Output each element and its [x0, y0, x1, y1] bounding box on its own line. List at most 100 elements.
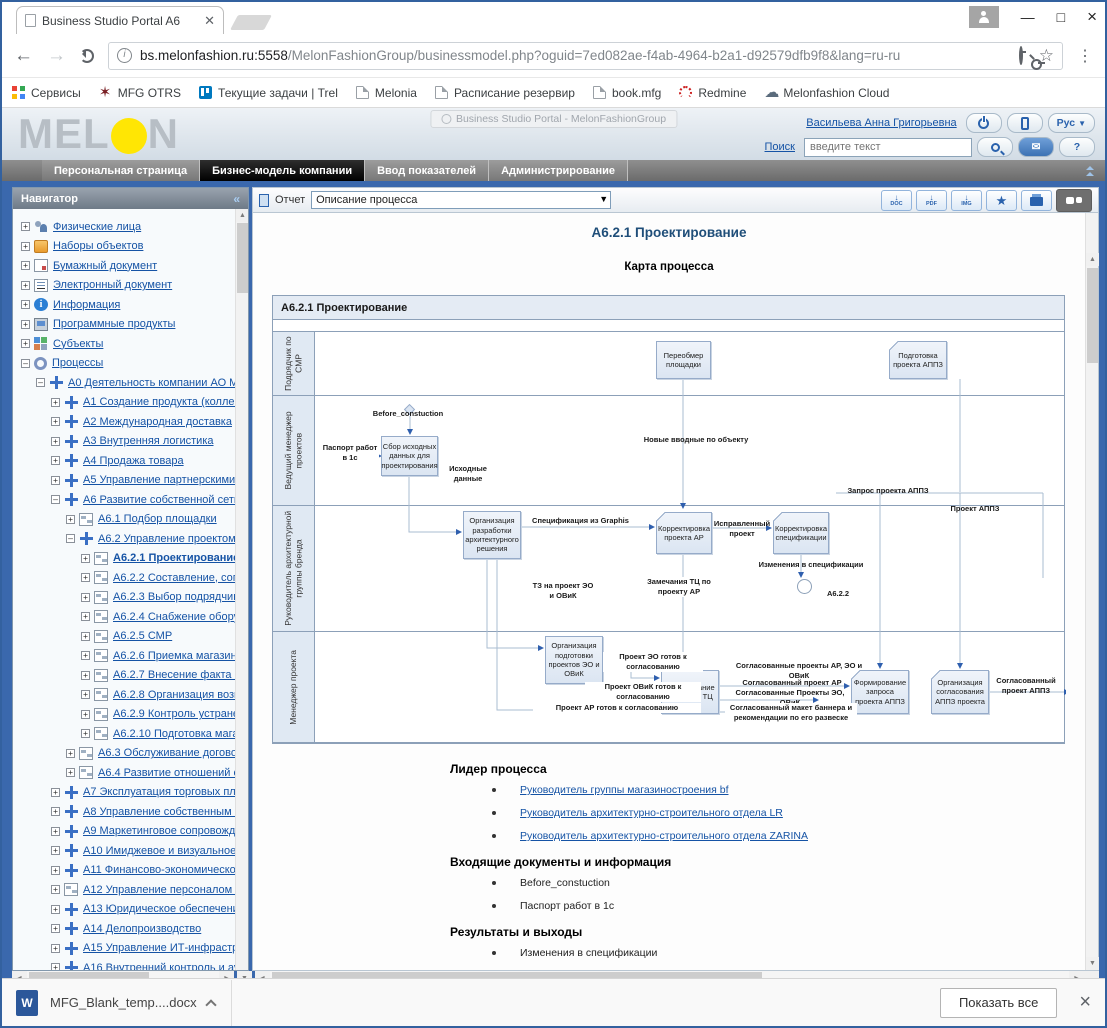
browser-menu-icon[interactable]: ⋮	[1077, 46, 1093, 66]
process-box[interactable]: Подготовка проекта АППЗ	[889, 341, 947, 379]
expand-icon[interactable]: +	[66, 515, 75, 524]
tree-item-link[interactable]: А6.2 Управление проектом открытия магази…	[98, 533, 235, 545]
downloaded-file-name[interactable]: MFG_Blank_temp....docx	[50, 995, 197, 1010]
expand-icon[interactable]: +	[81, 729, 90, 738]
tree-item-link[interactable]: А4 Продажа товара	[83, 455, 184, 467]
tab-close-icon[interactable]: ✕	[204, 13, 215, 29]
bookmark-item[interactable]: Melonfashion Cloud	[764, 86, 889, 100]
section-item-link[interactable]: Руководитель архитектурно-строительного …	[520, 830, 808, 842]
tree-item-link[interactable]: А6.2.9 Контроль устранения замечаний	[113, 708, 235, 720]
tree-item-link[interactable]: А15 Управление ИТ-инфраструктурой	[83, 942, 235, 954]
comments-button[interactable]	[1056, 189, 1092, 212]
back-button[interactable]: ←	[14, 45, 33, 67]
download-bar-close-icon[interactable]: ×	[1079, 991, 1091, 1014]
tree-item-link[interactable]: Бумажный документ	[53, 260, 157, 272]
tree-item-link[interactable]: А7 Эксплуатация торговых площадей	[83, 786, 235, 798]
scroll-down-icon[interactable]: ▼	[1086, 957, 1099, 970]
tree-item-link[interactable]: А6.2.5 СМР	[113, 630, 172, 642]
zoom-icon[interactable]	[1019, 46, 1023, 65]
download-options-chevron-icon[interactable]	[205, 999, 216, 1010]
expand-icon[interactable]: +	[21, 242, 30, 251]
expand-icon[interactable]: +	[66, 749, 75, 758]
report-select[interactable]: Описание процесса	[311, 191, 611, 209]
section-item-link[interactable]: Руководитель группы магазиностроения bf	[520, 784, 729, 796]
tree-item-link[interactable]: Физические лица	[53, 221, 141, 233]
section-item-link[interactable]: Руководитель архитектурно-строительного …	[520, 807, 783, 819]
tree-item-link[interactable]: А6.1 Подбор площадки	[98, 513, 217, 525]
browser-tab[interactable]: Business Studio Portal A6 ✕	[16, 6, 224, 34]
expand-icon[interactable]: +	[81, 651, 90, 660]
tree-item-link[interactable]: Информация	[53, 299, 120, 311]
navbar-collapse-icon[interactable]	[1085, 165, 1095, 175]
tree-item-link[interactable]: Электронный документ	[53, 279, 172, 291]
tree-item-link[interactable]: А6.2.3 Выбор подрядчика СМР	[113, 591, 235, 603]
bookmark-item[interactable]: book.mfg	[593, 86, 661, 100]
expand-icon[interactable]: +	[81, 710, 90, 719]
tree-item-link[interactable]: А9 Маркетинговое сопровождение и продвиж…	[83, 825, 235, 837]
tree-item-link[interactable]: А2 Международная доставка	[83, 416, 232, 428]
expand-icon[interactable]: +	[51, 807, 60, 816]
tree-item-link[interactable]: А16 Внутренний контроль и аудит	[83, 962, 235, 970]
browser-profile-button[interactable]	[969, 6, 999, 28]
tree-item-link[interactable]: Программные продукты	[53, 318, 175, 330]
print-button[interactable]	[1021, 190, 1052, 211]
tree-item-link[interactable]: Наборы объектов	[53, 240, 143, 252]
bookmark-item[interactable]: MFG OTRS	[99, 86, 181, 100]
content-vertical-scrollbar[interactable]: ▲ ▼	[1085, 213, 1098, 970]
expand-icon[interactable]: +	[81, 632, 90, 641]
new-tab-button[interactable]	[230, 15, 272, 30]
bookmark-item[interactable]: Сервисы	[12, 86, 81, 100]
process-box[interactable]: Корректировка проекта АР	[656, 512, 712, 554]
export-pdf-button[interactable]: ↓PDF	[916, 190, 947, 211]
tree-item-link[interactable]: А6.2.7 Внесение факта сметы	[113, 669, 235, 681]
page-info-icon[interactable]: i	[117, 48, 132, 63]
tree-item-link[interactable]: А6.4 Развитие отношений с арендодателями	[98, 767, 235, 779]
logout-button[interactable]	[966, 113, 1002, 133]
expand-icon[interactable]: +	[66, 768, 75, 777]
collapse-icon[interactable]: –	[66, 534, 75, 543]
tree-item-link[interactable]: А10 Имиджевое и визуальное сопровождение…	[83, 845, 235, 857]
process-box[interactable]: Организация разработки архитектурного ре…	[463, 511, 521, 559]
collapse-icon[interactable]: –	[21, 359, 30, 368]
language-button[interactable]: Рус▼	[1048, 113, 1095, 133]
expand-icon[interactable]: +	[51, 963, 60, 970]
expand-icon[interactable]: +	[51, 788, 60, 797]
tree-item-link[interactable]: А6 Развитие собственной сети и отношений…	[83, 494, 235, 506]
export-image-button[interactable]: ↓IMG	[951, 190, 982, 211]
mail-button[interactable]: ✉	[1018, 137, 1054, 157]
expand-icon[interactable]: +	[51, 437, 60, 446]
tree-item-link[interactable]: А13 Юридическое обеспечение	[83, 903, 235, 915]
process-box[interactable]: Организация согласования АППЗ проекта	[931, 670, 989, 714]
process-box[interactable]: Сбор исходных данных для проектирования	[381, 436, 438, 476]
event-circle[interactable]	[797, 579, 812, 594]
expand-icon[interactable]: +	[81, 554, 90, 563]
expand-icon[interactable]: +	[81, 593, 90, 602]
forward-button[interactable]: →	[47, 45, 66, 67]
expand-icon[interactable]: +	[51, 398, 60, 407]
tree-item-link[interactable]: А6.3 Обслуживание договора аренды	[98, 747, 235, 759]
bookmark-item[interactable]: Расписание резервир	[435, 86, 575, 100]
tab-Администрирование[interactable]: Администрирование	[489, 160, 628, 181]
expand-icon[interactable]: +	[21, 222, 30, 231]
sidebar-vertical-scrollbar[interactable]: ▲	[235, 209, 248, 970]
scroll-up-icon[interactable]: ▲	[1086, 253, 1099, 266]
expand-icon[interactable]: +	[51, 476, 60, 485]
tab-Ввод показателей[interactable]: Ввод показателей	[365, 160, 489, 181]
expand-icon[interactable]: +	[21, 339, 30, 348]
expand-icon[interactable]: +	[21, 300, 30, 309]
help-button[interactable]: ?	[1059, 137, 1095, 157]
expand-icon[interactable]: +	[81, 573, 90, 582]
tree-item-link[interactable]: Субъекты	[53, 338, 103, 350]
tree-item-link[interactable]: А6.2.6 Приемка магазина	[113, 650, 235, 662]
process-box[interactable]: Организация подготовки проектов ЭО и ОВи…	[545, 636, 603, 684]
address-bar[interactable]: i bs.melonfashion.ru:5558/MelonFashionGr…	[108, 42, 1063, 70]
window-close-button[interactable]: ×	[1087, 7, 1097, 27]
tree-item-link[interactable]: А0 Деятельность компании АО Мэлон Фэшн Г…	[68, 377, 235, 389]
export-doc-button[interactable]: ↓DOC	[881, 190, 912, 211]
tree-item-link[interactable]: А11 Финансово-экономическое управление и…	[83, 864, 235, 876]
expand-icon[interactable]: +	[51, 885, 60, 894]
search-link[interactable]: Поиск	[765, 141, 795, 153]
window-minimize-button[interactable]: —	[1021, 9, 1035, 25]
scroll-up-icon[interactable]: ▲	[236, 209, 248, 222]
expand-icon[interactable]: +	[51, 827, 60, 836]
